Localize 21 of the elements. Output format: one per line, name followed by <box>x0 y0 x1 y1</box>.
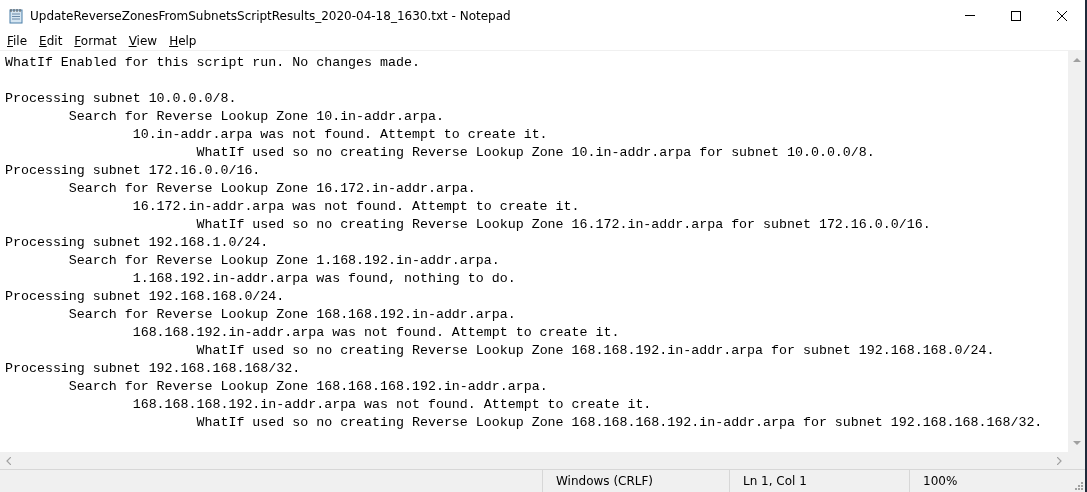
cursor-position-status: Ln 1, Col 1 <box>729 470 909 492</box>
scroll-up-icon <box>1072 57 1081 62</box>
notepad-icon <box>8 7 24 24</box>
close-icon <box>1057 10 1067 21</box>
vertical-scrollbar[interactable] <box>1068 51 1085 452</box>
maximize-icon <box>1011 10 1021 21</box>
menu-item[interactable]: View <box>122 33 164 48</box>
minimize-icon <box>965 15 975 16</box>
menu-item[interactable]: Edit <box>33 33 69 48</box>
window-title: UpdateReverseZonesFromSubnetsScriptResults_2020-04-18_1630.txt - Notepad <box>30 8 512 23</box>
menu-item[interactable]: Help <box>163 33 203 48</box>
scroll-right-icon <box>1057 456 1062 465</box>
menu-item[interactable]: Format <box>68 33 123 48</box>
scroll-down-icon <box>1072 441 1081 446</box>
resize-grip-icon[interactable] <box>1073 480 1083 490</box>
document-text[interactable]: WhatIf Enabled for this script run. No changes made. Processing subnet 10.0.0.0/8. Search for Reverse Lookup Zone 10.in-addr.arpa. 10.in-addr.arpa was not found. Attempt to create it. WhatIf used so no creating Reverse Lookup Zone 10.in-addr.arpa for subnet 10.0.0.0/8. Processing subnet 172.16.0.0/16. Search for Reverse Lookup Zone 16.172.in-addr.arpa. 16.172.in-addr.arpa was not found. Attempt to create it. WhatIf used so no creating Reverse Lookup Zone 16.172.in-addr.arpa for subnet 172.16.0.0/16. Processing subnet 192.168.1.0/24. Search for Reverse Lookup Zone 1.168.192.in-addr.arpa. 1.168.192.in-addr.arpa was found, nothing to do. Processing subnet 192.168.168.0/24. Search for Reverse Lookup Zone 168.168.192.in-addr.arpa. 168.168.192.in-addr.arpa was not found. Attempt to create it. WhatIf used so no creating Reverse Lookup Zone 168.168.192.in-addr.arpa for subnet 192.168.168.0/24. Processing subnet 192.168.168.168/32. Search for Reverse Lookup Zone 168.168.168.192.in-addr.arpa. 168.168.168.192.in-addr.arpa was not found. Attempt to create it. WhatIf used so no creating Reverse Lookup Zone 168.168.168.192.in-addr.arpa for subnet 192.168.168.168/32. <box>0 51 1068 452</box>
line-ending-status: Windows (CRLF) <box>542 470 729 492</box>
zoom-status: 100% <box>909 470 1073 492</box>
horizontal-scrollbar[interactable] <box>0 452 1068 469</box>
scroll-left-icon <box>6 456 11 465</box>
menu-item[interactable]: File <box>1 33 34 48</box>
